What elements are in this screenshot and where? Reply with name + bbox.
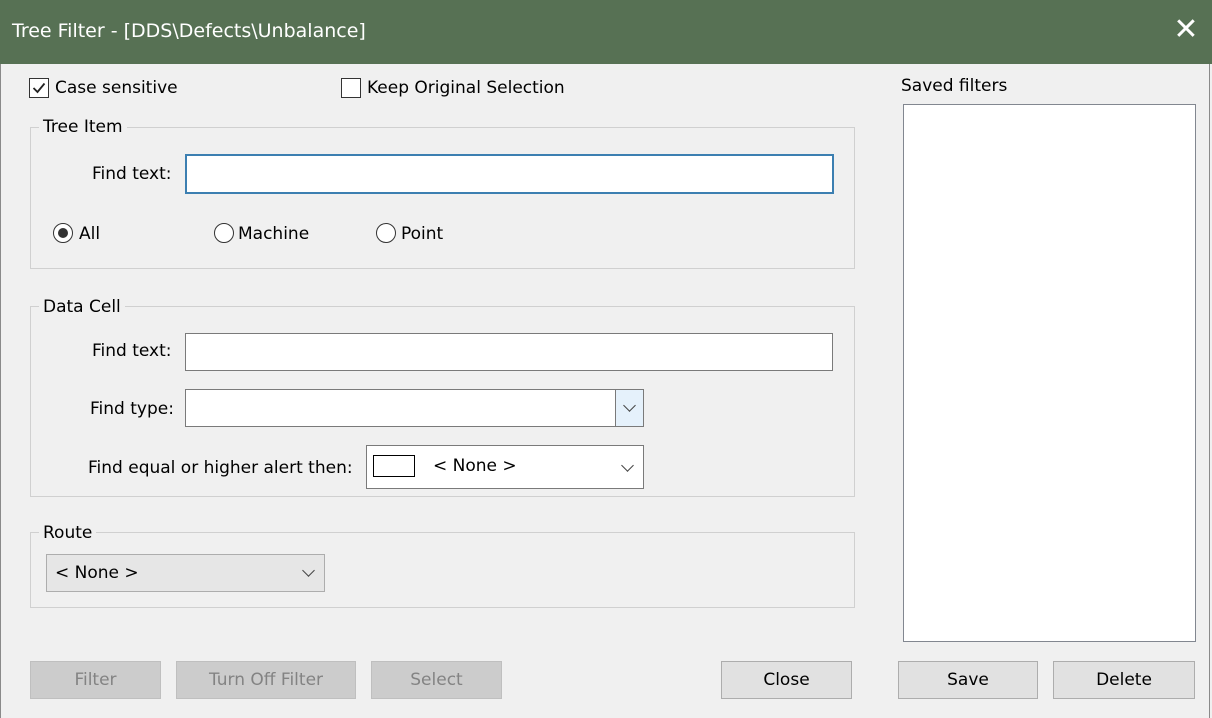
turn-off-filter-button[interactable]: Turn Off Filter <box>176 661 356 699</box>
radio-all[interactable] <box>53 223 73 243</box>
chevron-down-icon <box>623 399 636 412</box>
delete-button[interactable]: Delete <box>1053 661 1195 699</box>
radio-point[interactable] <box>376 223 396 243</box>
alert-label: Find equal or higher alert then: <box>88 458 353 478</box>
title-bar: Tree Filter - [DDS\Defects\Unbalance] ✕ <box>0 0 1212 64</box>
case-sensitive-label: Case sensitive <box>55 78 178 98</box>
select-button[interactable]: Select <box>371 661 502 699</box>
saved-filters-list[interactable] <box>903 104 1196 642</box>
route-value: < None > <box>55 563 139 583</box>
chevron-down-icon <box>302 564 315 577</box>
radio-machine[interactable] <box>214 223 234 243</box>
saved-filters-label: Saved filters <box>901 76 1008 96</box>
radio-all-label: All <box>79 224 101 244</box>
window-title: Tree Filter - [DDS\Defects\Unbalance] <box>12 20 366 42</box>
route-dropdown[interactable]: < None > <box>46 554 325 592</box>
keep-original-selection-label: Keep Original Selection <box>367 78 565 98</box>
save-button[interactable]: Save <box>898 661 1038 699</box>
tree-item-legend: Tree Item <box>39 117 127 137</box>
route-legend: Route <box>39 523 97 543</box>
find-type-dropdown-button[interactable] <box>615 390 643 426</box>
alert-level-value: < None > <box>433 456 517 476</box>
filter-button[interactable]: Filter <box>30 661 161 699</box>
find-type-dropdown[interactable] <box>185 389 644 427</box>
alert-color-swatch <box>373 455 415 477</box>
case-sensitive-checkbox[interactable] <box>29 78 49 98</box>
alert-level-dropdown[interactable]: < None > <box>366 445 644 489</box>
data-cell-legend: Data Cell <box>39 297 125 317</box>
find-type-label: Find type: <box>90 399 174 419</box>
radio-machine-label: Machine <box>238 224 310 244</box>
chevron-down-icon <box>621 459 634 472</box>
data-find-text-label: Find text: <box>92 341 172 361</box>
close-button[interactable]: Close <box>721 661 852 699</box>
radio-selected-dot <box>58 228 68 238</box>
tree-item-group <box>30 127 855 269</box>
radio-point-label: Point <box>401 224 444 244</box>
tree-find-text-input[interactable] <box>185 154 834 194</box>
tree-find-text-label: Find text: <box>92 164 172 184</box>
keep-original-selection-checkbox[interactable] <box>341 78 361 98</box>
close-window-button[interactable]: ✕ <box>1166 10 1206 50</box>
checkmark-icon <box>32 82 46 94</box>
data-find-text-input[interactable] <box>185 333 833 371</box>
